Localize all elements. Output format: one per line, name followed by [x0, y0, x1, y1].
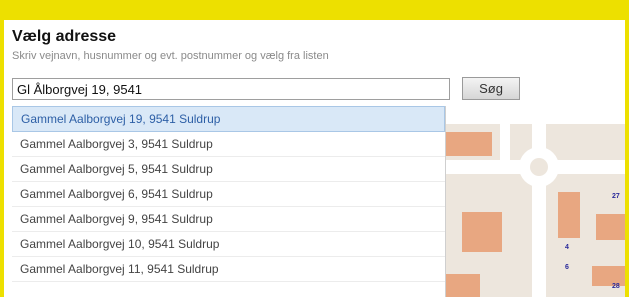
map-view[interactable]: 27 4 6 28 — [440, 124, 625, 297]
suggestion-item[interactable]: Gammel Aalborgvej 6, 9541 Suldrup — [12, 182, 445, 207]
address-suggestion-list: Gammel Aalborgvej 19, 9541 Suldrup Gamme… — [12, 106, 446, 297]
suggestion-item[interactable]: Gammel Aalborgvej 5, 9541 Suldrup — [12, 157, 445, 182]
suggestion-item[interactable]: Gammel Aalborgvej 19, 9541 Suldrup — [12, 106, 445, 132]
building — [592, 266, 625, 286]
map-label: 27 — [612, 193, 620, 200]
building — [558, 192, 580, 238]
map-label: 6 — [565, 264, 569, 271]
panel-title: Vælg adresse — [12, 28, 117, 45]
map-label: 4 — [565, 244, 569, 251]
suggestion-item[interactable]: Gammel Aalborgvej 10, 9541 Suldrup — [12, 232, 445, 257]
building — [462, 212, 502, 252]
suggestion-item[interactable]: Gammel Aalborgvej 11, 9541 Suldrup — [12, 257, 445, 282]
roundabout-center — [530, 158, 548, 176]
panel-instructions: Skriv vejnavn, husnummer og evt. postnum… — [12, 50, 329, 62]
suggestion-item[interactable]: Gammel Aalborgvej 3, 9541 Suldrup — [12, 132, 445, 157]
suggestion-item[interactable]: Gammel Aalborgvej 9, 9541 Suldrup — [12, 207, 445, 232]
building — [440, 274, 480, 297]
building — [440, 132, 492, 156]
map-label: 28 — [612, 283, 620, 290]
map-canvas: 27 4 6 28 — [440, 124, 625, 297]
road — [500, 124, 510, 160]
address-search-input[interactable] — [12, 78, 450, 100]
building — [596, 214, 625, 240]
address-picker-panel: Vælg adresse Skriv vejnavn, husnummer og… — [4, 20, 625, 297]
search-button[interactable]: Søg — [462, 77, 520, 100]
